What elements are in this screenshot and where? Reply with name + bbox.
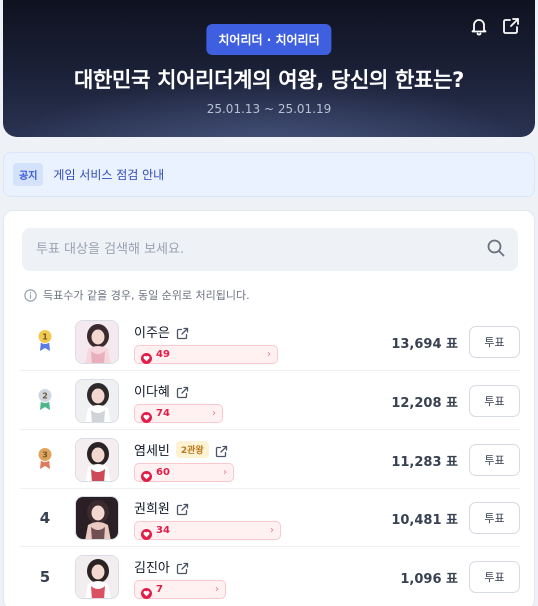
candidate-row: 3 염세빈 2관왕 60 › 11,283 표 투표 <box>20 431 520 489</box>
date-range: 25.01.13 ~ 25.01.19 <box>206 102 332 116</box>
heart-count: 74 <box>156 408 170 419</box>
heart-bar[interactable]: 74 › <box>134 404 223 423</box>
chevron-right-icon: › <box>215 584 219 595</box>
search-box[interactable] <box>22 228 518 271</box>
bell-icon[interactable] <box>469 16 489 36</box>
vote-count: 1,096 표 <box>400 571 458 587</box>
medal-icon: 1 <box>36 328 54 356</box>
vote-button[interactable]: 투표 <box>469 502 520 534</box>
candidate-row: 5 김진아 7 › 1,096 표 투표 <box>20 548 520 606</box>
medal-icon: 3 <box>36 446 54 474</box>
chevron-right-icon: › <box>223 467 227 478</box>
category-pill: 치어리더 · 치어리더 <box>206 24 332 55</box>
ranking-panel: 득표수가 같을 경우, 동일 순위로 처리됩니다. 1 이주은 <box>3 210 535 606</box>
candidate-name[interactable]: 김진아 <box>134 557 170 576</box>
candidate-name[interactable]: 이주은 <box>134 322 170 341</box>
name-line: 이주은 <box>134 322 189 341</box>
candidate-name[interactable]: 권희원 <box>134 498 170 517</box>
vote-count: 10,481 표 <box>391 512 458 528</box>
medal-number: 1 <box>42 333 48 342</box>
name-line: 이다혜 <box>134 381 189 400</box>
candidate-row: 1 이주은 49 › 13,694 표 투표 <box>20 313 520 371</box>
name-line: 권희원 <box>134 498 189 517</box>
heart-bar[interactable]: 60 › <box>134 463 234 482</box>
info-line: 득표수가 같을 경우, 동일 순위로 처리됩니다. <box>24 287 250 303</box>
external-link-icon[interactable] <box>176 560 189 575</box>
heart-icon <box>141 584 152 599</box>
avatar[interactable] <box>75 320 119 364</box>
rank-medal: 3 <box>30 431 60 489</box>
share-icon[interactable] <box>501 16 521 36</box>
hero-actions <box>469 16 521 36</box>
vote-button[interactable]: 투표 <box>469 561 520 593</box>
medal-number: 3 <box>42 451 48 460</box>
avatar[interactable] <box>75 438 119 482</box>
external-link-icon[interactable] <box>215 443 228 458</box>
avatar[interactable] <box>75 379 119 423</box>
heart-count: 49 <box>156 349 170 360</box>
search-icon[interactable] <box>486 238 506 262</box>
name-line: 김진아 <box>134 557 189 576</box>
heart-icon <box>141 349 152 364</box>
heart-icon <box>141 408 152 423</box>
rank-medal: 2 <box>30 372 60 430</box>
candidate-name[interactable]: 염세빈 <box>134 440 170 459</box>
page-title: 대한민국 치어리더계의 여왕, 당신의 한표는? <box>74 68 464 92</box>
notice-bar[interactable]: 공지 게임 서비스 점검 안내 <box>3 152 535 197</box>
vote-count: 12,208 표 <box>391 395 458 411</box>
avatar[interactable] <box>75 496 119 540</box>
heart-icon <box>141 525 152 540</box>
heart-count: 34 <box>156 525 170 536</box>
medal-number: 2 <box>42 392 48 401</box>
notice-badge: 공지 <box>13 163 44 186</box>
title-badge: 2관왕 <box>175 441 209 458</box>
candidate-row: 2 이다혜 74 › 12,208 표 투표 <box>20 372 520 430</box>
avatar[interactable] <box>75 555 119 599</box>
heart-icon <box>141 467 152 482</box>
notice-text[interactable]: 게임 서비스 점검 안내 <box>53 166 164 183</box>
rank-number: 4 <box>30 489 60 547</box>
hero-banner: 치어리더 · 치어리더 대한민국 치어리더계의 여왕, 당신의 한표는? 25.… <box>3 0 535 137</box>
medal-icon: 2 <box>36 387 54 415</box>
heart-count: 7 <box>156 584 163 595</box>
vote-button[interactable]: 투표 <box>469 444 520 476</box>
info-icon <box>24 288 37 302</box>
heart-bar[interactable]: 7 › <box>134 580 226 599</box>
rank-label: 5 <box>39 568 51 586</box>
info-text: 득표수가 같을 경우, 동일 순위로 처리됩니다. <box>43 289 250 302</box>
heart-count: 60 <box>156 467 170 478</box>
vote-count: 13,694 표 <box>391 336 458 352</box>
external-link-icon[interactable] <box>176 384 189 399</box>
heart-bar[interactable]: 34 › <box>134 521 281 540</box>
chevron-right-icon: › <box>212 408 216 419</box>
external-link-icon[interactable] <box>176 325 189 340</box>
external-link-icon[interactable] <box>176 501 189 516</box>
vote-button[interactable]: 투표 <box>469 385 520 417</box>
vote-count: 11,283 표 <box>391 454 458 470</box>
vote-button[interactable]: 투표 <box>469 326 520 358</box>
search-input[interactable] <box>36 242 486 257</box>
chevron-right-icon: › <box>270 525 274 536</box>
heart-bar[interactable]: 49 › <box>134 345 278 364</box>
candidate-row: 4 권희원 34 › 10,481 표 투표 <box>20 489 520 547</box>
rank-label: 4 <box>39 509 51 527</box>
rank-medal: 1 <box>30 313 60 371</box>
rank-number: 5 <box>30 548 60 606</box>
name-line: 염세빈 2관왕 <box>134 440 228 459</box>
candidate-name[interactable]: 이다혜 <box>134 381 170 400</box>
chevron-right-icon: › <box>267 349 271 360</box>
